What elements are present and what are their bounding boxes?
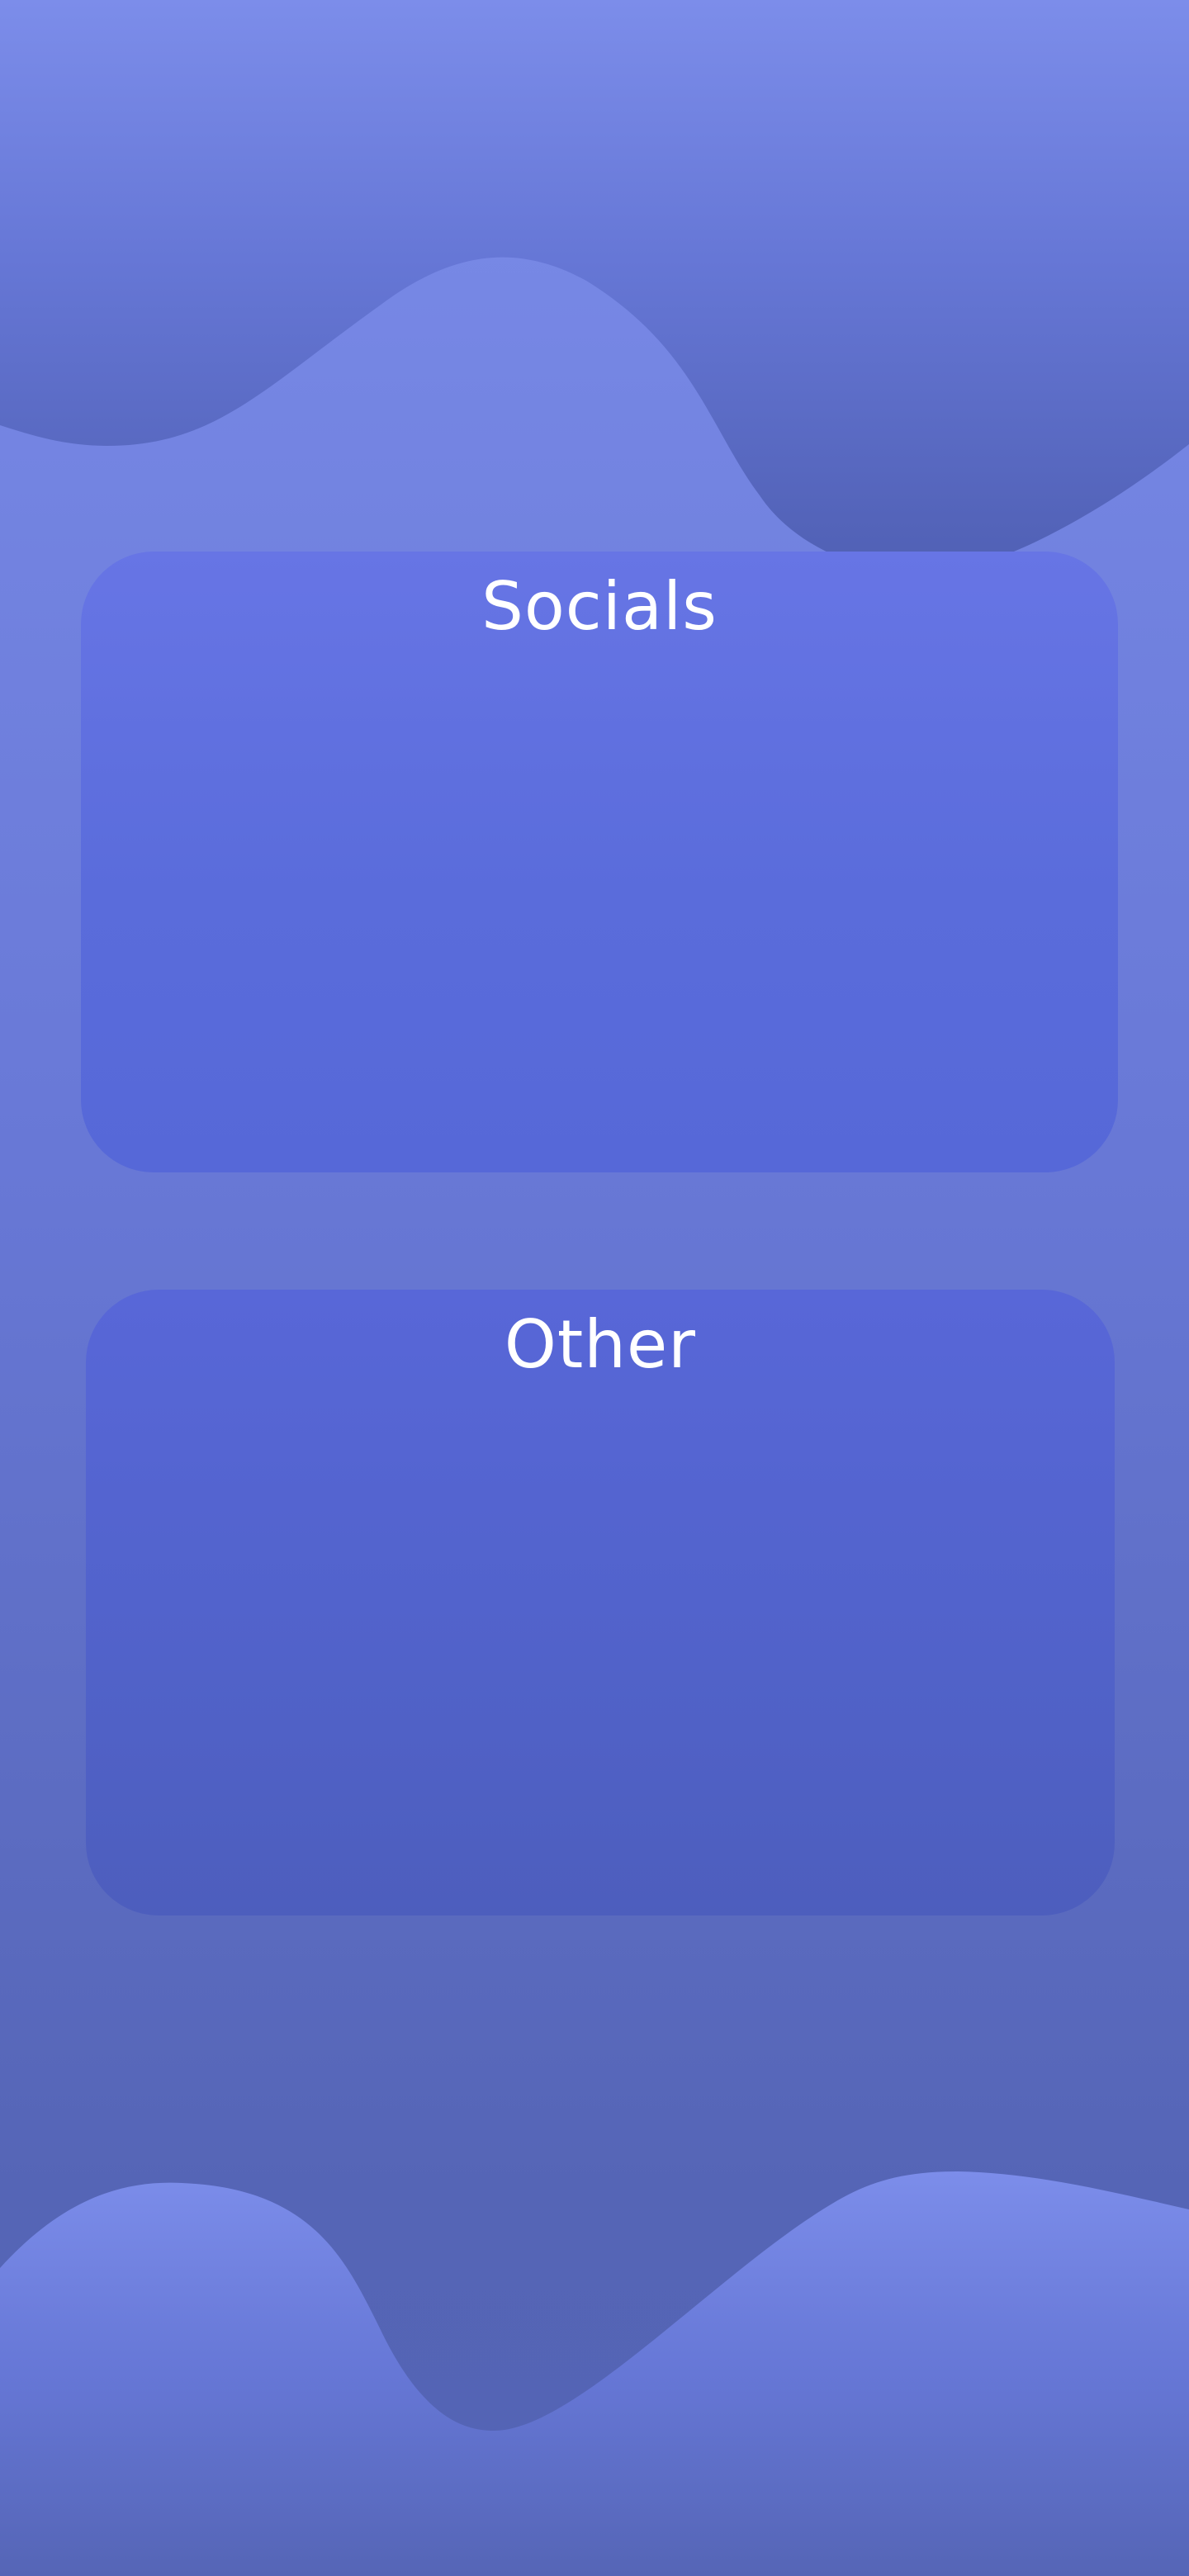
other-card: Other <box>86 1290 1115 1915</box>
bottom-wave-decoration <box>0 2171 1189 2576</box>
socials-section-title: Socials <box>481 568 718 645</box>
other-section-title: Other <box>504 1306 697 1383</box>
top-wave-decoration <box>0 0 1189 574</box>
socials-card: Socials <box>81 552 1118 1172</box>
